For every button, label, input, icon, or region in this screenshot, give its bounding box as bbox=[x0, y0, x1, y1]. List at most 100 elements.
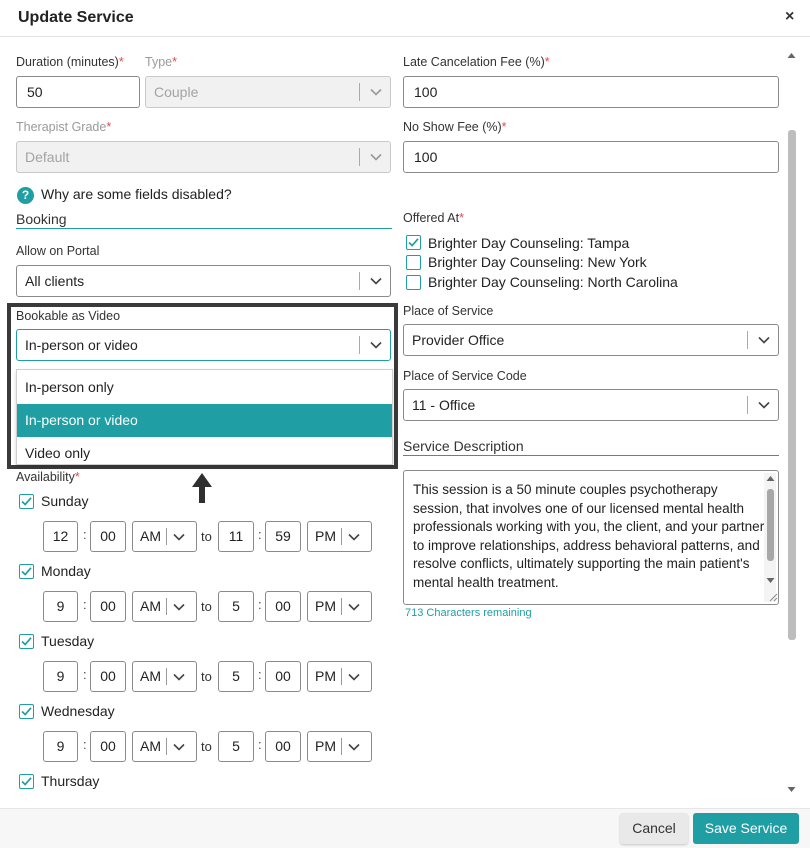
menu-option-in-person-only[interactable]: In-person only bbox=[17, 371, 392, 404]
day-checkbox-tuesday[interactable] bbox=[19, 634, 34, 649]
check-icon bbox=[21, 637, 32, 646]
service-description-text: This session is a 50 minute couples psyc… bbox=[413, 482, 765, 590]
place-of-service-code-select[interactable]: 11 - Office bbox=[403, 389, 779, 421]
chevron-down-icon bbox=[370, 341, 382, 349]
dialog-scroll-thumb[interactable] bbox=[788, 130, 796, 640]
service-description-divider bbox=[403, 455, 779, 456]
location-label-north-carolina: Brighter Day Counseling: North Carolina bbox=[428, 274, 678, 290]
time-colon: : bbox=[83, 597, 87, 612]
day-label-thursday: Thursday bbox=[41, 773, 100, 789]
chevron-down-icon bbox=[758, 401, 770, 409]
check-icon bbox=[408, 238, 419, 247]
characters-remaining: 713 Characters remaining bbox=[405, 607, 532, 619]
ampm-value: AM bbox=[140, 598, 161, 614]
scroll-down-icon[interactable] bbox=[766, 577, 775, 584]
ampm-value: PM bbox=[315, 738, 336, 754]
monday-from-ampm[interactable]: AM bbox=[132, 591, 197, 622]
resize-grip-icon[interactable] bbox=[768, 592, 778, 602]
therapist-grade-select[interactable]: Default bbox=[16, 141, 391, 173]
check-icon bbox=[21, 567, 32, 576]
tuesday-to-hour[interactable]: 5 bbox=[218, 661, 254, 692]
day-checkbox-thursday[interactable] bbox=[19, 774, 34, 789]
menu-option-video-only[interactable]: Video only bbox=[17, 437, 392, 470]
ampm-value: PM bbox=[315, 668, 336, 684]
location-checkbox-tampa[interactable] bbox=[406, 235, 421, 250]
sunday-from-ampm[interactable]: AM bbox=[132, 521, 197, 552]
ampm-value: AM bbox=[140, 738, 161, 754]
day-label-sunday: Sunday bbox=[41, 493, 89, 509]
therapist-grade-value: Default bbox=[25, 149, 70, 165]
location-label-tampa: Brighter Day Counseling: Tampa bbox=[428, 235, 630, 251]
service-description-textarea[interactable]: This session is a 50 minute couples psyc… bbox=[403, 470, 779, 605]
close-icon[interactable]: × bbox=[785, 8, 794, 26]
wednesday-to-minute[interactable]: 00 bbox=[265, 731, 301, 762]
allow-portal-label: Allow on Portal bbox=[16, 244, 100, 258]
time-colon: : bbox=[258, 667, 262, 682]
no-show-fee-input[interactable]: 100 bbox=[403, 141, 779, 173]
wednesday-from-hour[interactable]: 9 bbox=[43, 731, 78, 762]
type-select[interactable]: Couple bbox=[145, 76, 391, 108]
chevron-down-icon bbox=[173, 673, 185, 681]
wednesday-from-ampm[interactable]: AM bbox=[132, 731, 197, 762]
duration-input[interactable]: 50 bbox=[16, 76, 140, 108]
time-colon: : bbox=[83, 737, 87, 752]
ampm-value: PM bbox=[315, 528, 336, 544]
tuesday-from-hour[interactable]: 9 bbox=[43, 661, 78, 692]
time-colon: : bbox=[258, 737, 262, 752]
day-label-wednesday: Wednesday bbox=[41, 703, 115, 719]
day-checkbox-sunday[interactable] bbox=[19, 494, 34, 509]
check-icon bbox=[21, 707, 32, 716]
tuesday-to-ampm[interactable]: PM bbox=[307, 661, 372, 692]
scroll-up-icon[interactable] bbox=[766, 475, 775, 482]
location-checkbox-new-york[interactable] bbox=[406, 255, 421, 270]
scroll-down-icon[interactable] bbox=[787, 786, 796, 793]
day-checkbox-monday[interactable] bbox=[19, 564, 34, 579]
ampm-value: AM bbox=[140, 668, 161, 684]
save-service-button[interactable]: Save Service bbox=[693, 813, 799, 844]
chevron-down-icon bbox=[173, 743, 185, 751]
help-icon[interactable]: ? bbox=[17, 187, 34, 204]
monday-from-hour[interactable]: 9 bbox=[43, 591, 78, 622]
allow-portal-value: All clients bbox=[25, 273, 85, 289]
place-of-service-select[interactable]: Provider Office bbox=[403, 324, 779, 356]
sunday-to-hour[interactable]: 11 bbox=[218, 521, 254, 552]
chevron-down-icon bbox=[173, 533, 185, 541]
to-label: to bbox=[201, 739, 212, 754]
location-checkbox-north-carolina[interactable] bbox=[406, 275, 421, 290]
allow-portal-select[interactable]: All clients bbox=[16, 265, 391, 297]
monday-to-minute[interactable]: 00 bbox=[265, 591, 301, 622]
tuesday-from-minute[interactable]: 00 bbox=[90, 661, 126, 692]
textarea-scroll-thumb[interactable] bbox=[767, 489, 774, 561]
tuesday-from-ampm[interactable]: AM bbox=[132, 661, 197, 692]
bookable-video-select[interactable]: In-person or video bbox=[16, 329, 391, 361]
monday-to-hour[interactable]: 5 bbox=[218, 591, 254, 622]
chevron-down-icon bbox=[173, 603, 185, 611]
help-link[interactable]: Why are some fields disabled? bbox=[41, 186, 232, 202]
place-of-service-label: Place of Service bbox=[403, 304, 494, 318]
type-label: Type* bbox=[145, 55, 177, 69]
place-of-service-value: Provider Office bbox=[412, 332, 505, 348]
booking-divider bbox=[16, 228, 392, 229]
wednesday-to-hour[interactable]: 5 bbox=[218, 731, 254, 762]
chevron-down-icon bbox=[370, 277, 382, 285]
time-colon: : bbox=[258, 527, 262, 542]
wednesday-to-ampm[interactable]: PM bbox=[307, 731, 372, 762]
time-colon: : bbox=[83, 527, 87, 542]
sunday-from-hour[interactable]: 12 bbox=[43, 521, 78, 552]
tuesday-to-minute[interactable]: 00 bbox=[265, 661, 301, 692]
dialog-footer bbox=[0, 808, 810, 848]
place-of-service-code-value: 11 - Office bbox=[412, 397, 476, 413]
menu-option-in-person-or-video[interactable]: In-person or video bbox=[17, 404, 392, 437]
sunday-to-ampm[interactable]: PM bbox=[307, 521, 372, 552]
late-fee-input[interactable]: 100 bbox=[403, 76, 779, 108]
sunday-to-minute[interactable]: 59 bbox=[265, 521, 301, 552]
sunday-from-minute[interactable]: 00 bbox=[90, 521, 126, 552]
wednesday-from-minute[interactable]: 00 bbox=[90, 731, 126, 762]
monday-from-minute[interactable]: 00 bbox=[90, 591, 126, 622]
late-fee-label: Late Cancelation Fee (%)* bbox=[403, 55, 550, 69]
day-checkbox-wednesday[interactable] bbox=[19, 704, 34, 719]
monday-to-ampm[interactable]: PM bbox=[307, 591, 372, 622]
cancel-button[interactable]: Cancel bbox=[620, 813, 688, 844]
place-of-service-code-label: Place of Service Code bbox=[403, 369, 527, 383]
scroll-up-icon[interactable] bbox=[787, 52, 796, 59]
